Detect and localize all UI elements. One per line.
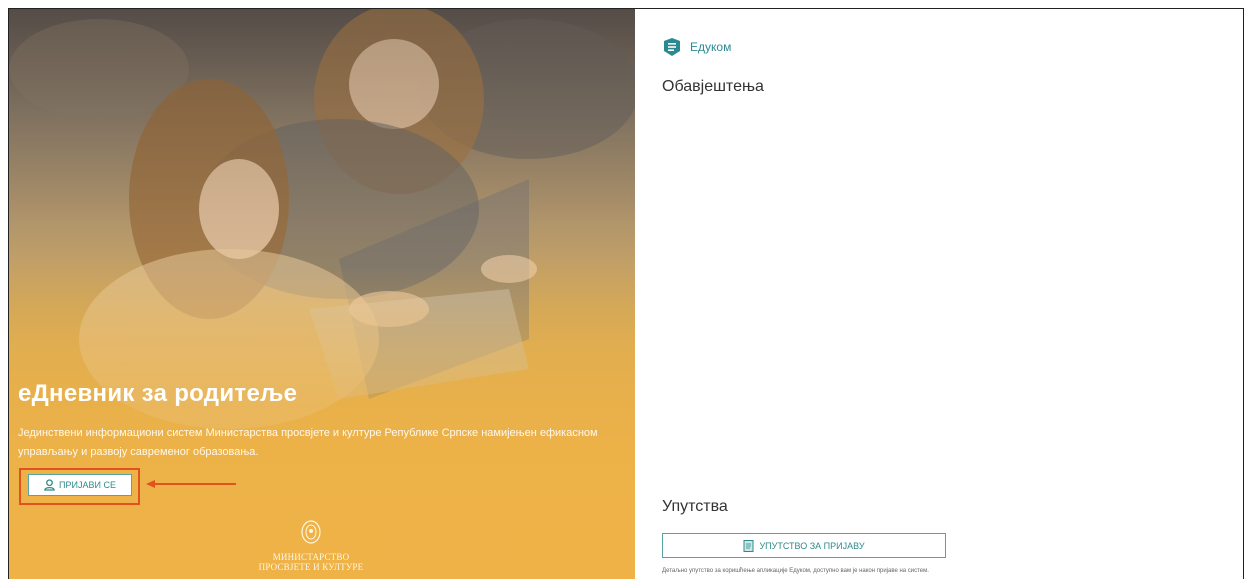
login-guide-button-label: УПУТСТВО ЗА ПРИЈАВУ [759,540,865,551]
ministry-line-1: МИНИСТАРСТВО [272,552,350,562]
hero-description: Јединствени информациони систем Министар… [18,427,598,458]
notices-title: Обавјештења [662,78,764,95]
edukom-logo-icon [664,38,680,56]
document-icon [743,539,754,552]
guide-note: Детаљно упутство за коришћење апликације… [662,568,929,574]
brand: Едуком [662,37,731,57]
login-guide-button[interactable]: УПУТСТВО ЗА ПРИЈАВУ [662,533,946,558]
guides-title: Упутства [662,498,728,515]
ministry-line-2: ПРОСВЈЕТЕ И КУЛТУРЕ [258,562,364,572]
login-button[interactable]: ПРИЈАВИ СЕ [28,474,132,496]
ministry-logo: МИНИСТАРСТВО ПРОСВЈЕТЕ И КУЛТУРЕ [236,519,386,572]
brand-name: Едуком [690,40,732,54]
ministry-crest-icon [301,520,321,544]
login-button-label: ПРИЈАВИ СЕ [59,480,116,490]
hero-title: еДневник за родитеље [18,380,298,407]
user-icon [44,479,55,491]
right-panel: Едуком Обавјештења Упутства УПУТСТВО ЗА … [636,9,1243,579]
red-arrow-annotation [146,480,236,488]
